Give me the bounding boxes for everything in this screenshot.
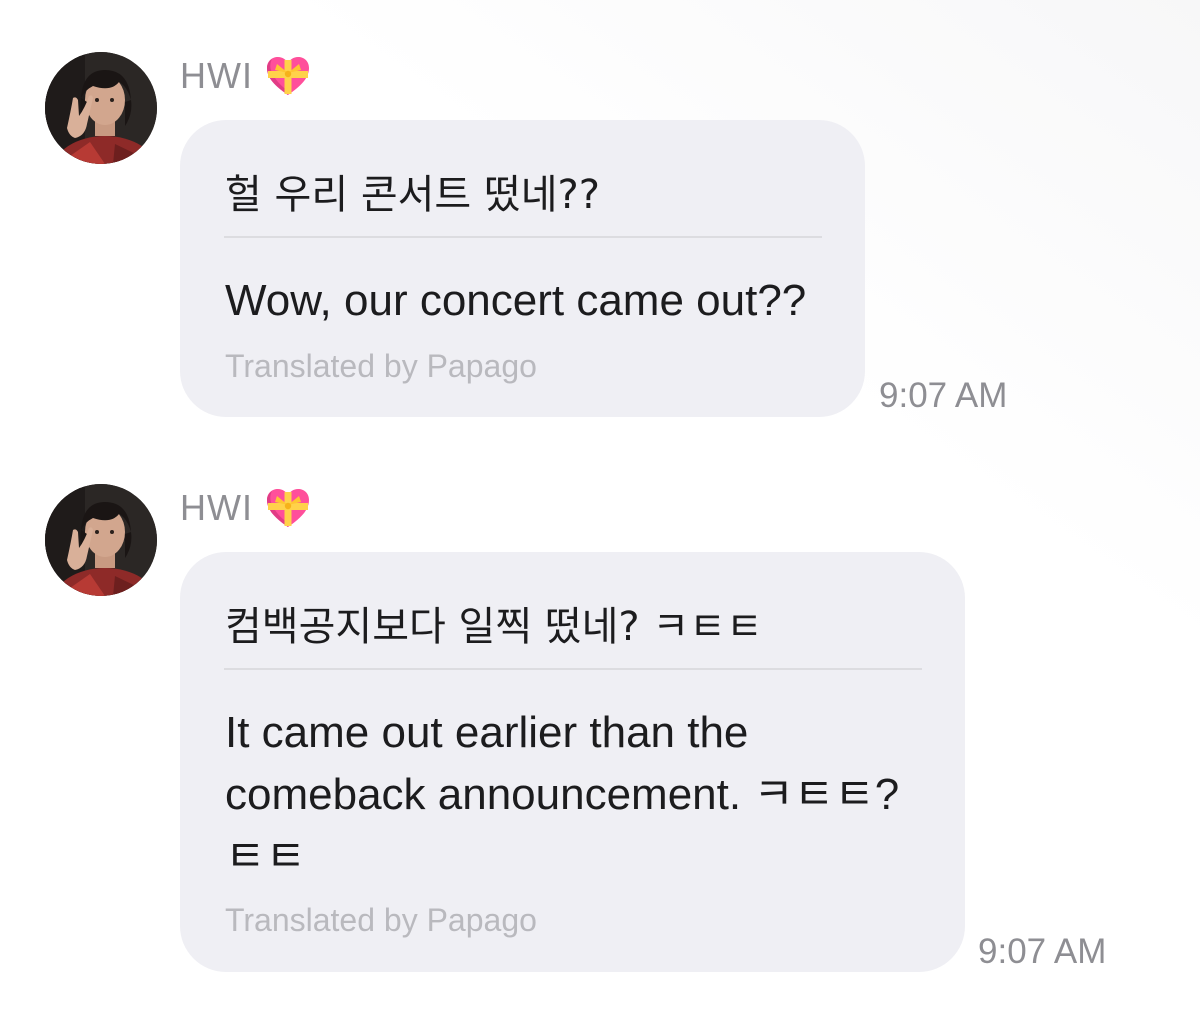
avatar[interactable] — [45, 484, 157, 596]
chat-thread: HWI 헐 우리 콘서트 떴네?? Wow, our concert came … — [0, 0, 1200, 1009]
sender-name[interactable]: HWI — [180, 55, 253, 97]
divider — [224, 668, 922, 670]
avatar-photo — [45, 484, 157, 596]
message-timestamp: 9:07 AM — [879, 376, 1008, 415]
message-bubble[interactable]: 컴백공지보다 일찍 떴네? ㅋㅌㅌ It came out earlier th… — [180, 552, 965, 972]
gift-heart-icon — [265, 487, 311, 529]
sender-header: HWI — [180, 486, 311, 530]
original-text: 헐 우리 콘서트 떴네?? — [225, 172, 601, 218]
avatar-photo — [45, 52, 157, 164]
divider — [224, 236, 822, 238]
translation-credit: Translated by Papago — [225, 902, 537, 938]
message-bubble[interactable]: 헐 우리 콘서트 떴네?? Wow, our concert came out?… — [180, 120, 865, 417]
translated-text: It came out earlier than the comeback an… — [225, 708, 900, 881]
message-timestamp: 9:07 AM — [978, 932, 1107, 971]
translation-credit: Translated by Papago — [225, 348, 537, 384]
gift-heart-icon — [265, 55, 311, 97]
sender-header: HWI — [180, 54, 311, 98]
translated-text: Wow, our concert came out?? — [225, 276, 807, 325]
sender-name[interactable]: HWI — [180, 487, 253, 529]
original-text: 컴백공지보다 일찍 떴네? ㅋㅌㅌ — [225, 604, 763, 650]
avatar[interactable] — [45, 52, 157, 164]
